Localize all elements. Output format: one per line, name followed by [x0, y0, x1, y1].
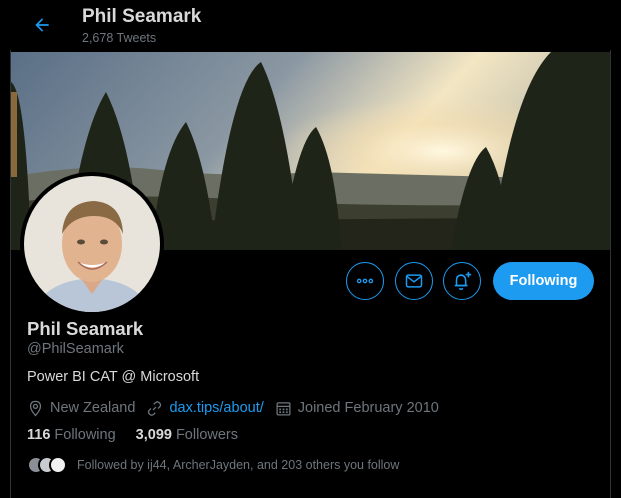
- more-icon: [356, 278, 374, 284]
- profile-meta: New Zealand dax.tips/about/ Joined Febru…: [27, 398, 450, 418]
- followed-by-text: Followed by ij44, ArcherJayden, and 203 …: [77, 458, 400, 472]
- notify-button[interactable]: [443, 262, 481, 300]
- location: New Zealand: [27, 400, 135, 417]
- link-icon: [148, 400, 162, 416]
- message-button[interactable]: [395, 262, 433, 300]
- profile-handle: @PhilSeamark: [27, 341, 124, 357]
- top-bar: Phil Seamark 2,678 Tweets: [0, 0, 621, 50]
- back-button[interactable]: [28, 11, 56, 39]
- following-button[interactable]: Following: [493, 262, 594, 300]
- profile-bio: Power BI CAT @ Microsoft: [27, 369, 200, 385]
- mail-icon: [405, 274, 423, 288]
- arrow-left-icon: [35, 18, 49, 32]
- website-link[interactable]: dax.tips/about/: [169, 400, 263, 416]
- following-stat[interactable]: 116 Following: [27, 427, 116, 443]
- avatar[interactable]: [24, 176, 160, 312]
- calendar-icon: [276, 401, 291, 416]
- joined-date: Joined February 2010: [275, 400, 439, 417]
- avatar-ring: [20, 172, 164, 316]
- more-button[interactable]: [346, 262, 384, 300]
- follower-avatars: [27, 456, 69, 474]
- followers-label: Followers: [175, 427, 238, 443]
- following-count: 116: [27, 427, 51, 443]
- header-title: Phil Seamark: [82, 6, 202, 27]
- location-text: New Zealand: [50, 400, 136, 416]
- follower-avatar: [49, 456, 67, 474]
- location-pin-icon: [29, 400, 42, 417]
- followed-by[interactable]: Followed by ij44, ArcherJayden, and 203 …: [27, 456, 399, 474]
- followers-count: 3,099: [135, 427, 172, 443]
- tweet-count: 2,678 Tweets: [82, 31, 157, 45]
- website: dax.tips/about/: [146, 400, 264, 417]
- bell-plus-icon: [454, 271, 472, 291]
- followers-stat[interactable]: 3,099 Followers: [136, 427, 238, 443]
- follow-stats: 116 Following 3,099 Followers: [27, 427, 258, 443]
- following-label: Following: [54, 427, 116, 443]
- joined-text: Joined February 2010: [297, 400, 439, 416]
- profile-display-name: Phil Seamark: [27, 318, 144, 339]
- avatar-image: [24, 176, 160, 312]
